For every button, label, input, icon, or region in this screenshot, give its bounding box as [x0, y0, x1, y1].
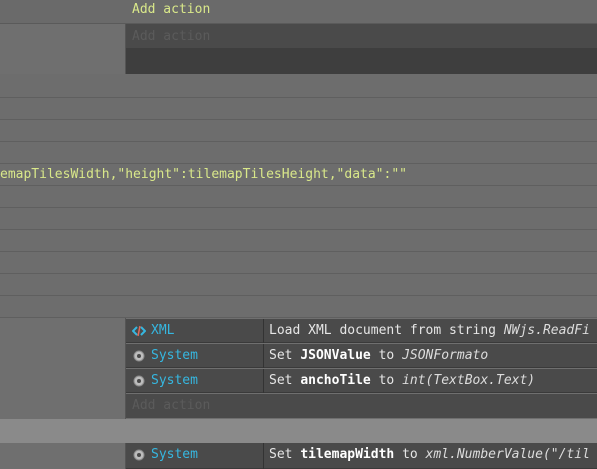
faded-add-action-link[interactable]: Add action — [132, 28, 210, 46]
event-gutter — [0, 318, 126, 419]
stripe-row — [0, 230, 597, 252]
action-object: XML — [126, 319, 264, 343]
separator-row — [0, 419, 597, 443]
stripe-row — [0, 186, 597, 208]
gear-icon — [133, 350, 145, 362]
action-object-name: System — [151, 373, 198, 388]
action-text: Set anchoTile to int(TextBox.Text) — [269, 373, 536, 388]
action-row-system[interactable]: System Set tilemapWidth to xml.NumberVal… — [126, 443, 597, 469]
action-text: Set JSONValue to JSONFormato — [269, 348, 489, 363]
top-add-action-link[interactable]: Add action — [132, 1, 210, 19]
event-gutter — [0, 443, 126, 469]
stripe-row — [0, 120, 597, 142]
stripe-row — [0, 296, 597, 318]
action-object: System — [126, 369, 264, 393]
json-code-text: emapTilesWidth,"height":tilemapTilesHeig… — [0, 167, 407, 182]
action-object: System — [126, 344, 264, 368]
gear-icon — [133, 449, 145, 461]
stripe-row — [0, 252, 597, 274]
action-row-system[interactable]: System Set JSONValue to JSONFormato — [126, 344, 597, 368]
stripe-row — [0, 74, 597, 98]
bottom-add-action-link[interactable]: Add action — [132, 397, 210, 415]
gear-icon — [133, 375, 145, 387]
xml-icon — [132, 325, 146, 337]
action-row-system[interactable]: System Set anchoTile to int(TextBox.Text… — [126, 369, 597, 393]
action-row-xml[interactable]: XML Load XML document from string NWjs.R… — [126, 319, 597, 343]
stripe-row — [0, 98, 597, 120]
dark-row — [126, 48, 597, 74]
action-object: System — [126, 443, 264, 469]
stripe-row — [0, 208, 597, 230]
event-gutter — [0, 24, 126, 74]
stripe-row — [0, 274, 597, 296]
top-event-row — [0, 0, 597, 24]
action-text: Set tilemapWidth to xml.NumberValue("/ti… — [269, 447, 590, 462]
stripe-row — [0, 142, 597, 164]
action-object-name: System — [151, 348, 198, 363]
action-object-name: XML — [151, 323, 175, 338]
action-object-name: System — [151, 447, 198, 462]
action-text: Load XML document from string NWjs.ReadF… — [269, 323, 590, 338]
